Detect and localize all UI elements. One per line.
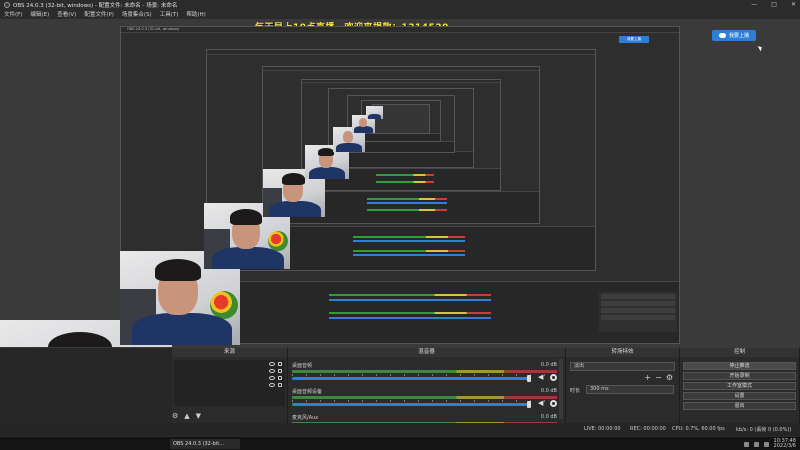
menu-scene-collection[interactable]: 场景集合(S) — [122, 10, 152, 18]
webcam-feed-nested-7 — [366, 106, 383, 119]
settings-button[interactable]: 设置 — [683, 392, 796, 400]
lock-icon[interactable] — [278, 368, 282, 373]
lock-icon[interactable] — [278, 382, 282, 387]
eye-icon[interactable] — [269, 361, 275, 366]
menu-profile[interactable]: 配置文件(P) — [84, 10, 114, 18]
add-transition-button[interactable]: + — [644, 373, 651, 382]
source-row[interactable] — [174, 367, 285, 374]
status-bar: LIVE: 00:00:00 REC: 00:00:00 CPU: 0.7%, … — [0, 423, 800, 436]
go-live-button[interactable]: 我要上播 — [712, 30, 756, 41]
duration-label: 时长 — [570, 388, 581, 394]
clock-date: 2022/3/6 — [773, 443, 796, 449]
input-method-icon[interactable] — [763, 441, 769, 447]
channel-db: 0.0 dB — [540, 414, 557, 420]
nested-title-bar: OBS 24.0.3 (32-bit, windows) — [121, 27, 679, 33]
remove-transition-button[interactable]: − — [655, 373, 662, 382]
move-up-icon[interactable]: ▲ — [184, 412, 189, 420]
mixer-channel-desktop-device: 桌面音频设备 0.0 dB ◀ — [292, 388, 557, 410]
lock-icon[interactable] — [278, 361, 282, 366]
eye-icon[interactable] — [269, 375, 275, 380]
channel-db: 0.0 dB — [540, 362, 557, 368]
meter-ticks — [292, 374, 557, 376]
channel-name: 桌面音频 — [292, 363, 313, 369]
source-row[interactable] — [174, 381, 285, 388]
start-recording-button[interactable]: 开始录制 — [683, 372, 796, 380]
transitions-header: 转场特效 — [566, 348, 679, 357]
mixer-scrollbar[interactable] — [559, 359, 563, 419]
eye-icon[interactable] — [269, 382, 275, 387]
exit-button[interactable]: 退出 — [683, 402, 796, 410]
cloud-icon — [718, 33, 726, 38]
network-icon[interactable] — [743, 441, 749, 447]
source-settings-icon[interactable]: ⚙ — [172, 412, 178, 420]
source-row[interactable] — [174, 374, 285, 381]
system-tray: 10:37:48 2022/3/6 — [743, 438, 796, 450]
cpu-stats: CPU: 0.7%, 60.00 fps — [672, 426, 725, 432]
nested-live-button: 我要上播 — [619, 36, 649, 43]
duration-input[interactable]: 300 ms — [586, 385, 674, 394]
menu-file[interactable]: 文件(F) — [4, 10, 22, 18]
obs-app-icon — [4, 1, 10, 8]
channel-name: 麦克风/Aux — [292, 415, 319, 421]
preview-canvas[interactable]: 每天早上10点直播 欢迎来捐款：1314520 我要上播 OBS 24.0.3 … — [0, 19, 800, 450]
sources-header: 来源 — [172, 348, 287, 357]
volume-slider-handle[interactable] — [527, 401, 531, 408]
meter-ticks — [292, 400, 557, 402]
taskbar-obs-item[interactable]: OBS 24.0.3 (32-bit... — [170, 439, 240, 449]
transition-settings-icon[interactable]: ⚙ — [666, 373, 673, 382]
volume-slider[interactable] — [292, 403, 529, 406]
source-row[interactable] — [174, 360, 285, 367]
minimize-button[interactable]: — — [751, 1, 757, 8]
lock-icon[interactable] — [278, 375, 282, 380]
menu-bar: 文件(F) 编辑(E) 查看(V) 配置文件(P) 场景集合(S) 工具(T) … — [0, 9, 800, 19]
os-taskbar: OBS 24.0.3 (32-bit... 10:37:48 2022/3/6 — [0, 436, 800, 450]
level-meter — [292, 396, 557, 399]
transition-select[interactable]: 淡出 — [570, 362, 675, 371]
volume-slider-handle[interactable] — [527, 375, 531, 382]
mouse-cursor-icon — [757, 44, 764, 52]
level-meter — [292, 370, 557, 373]
menu-edit[interactable]: 编辑(E) — [30, 10, 49, 18]
transition-tools: + − ⚙ — [644, 373, 673, 382]
volume-icon[interactable] — [753, 441, 759, 447]
stop-streaming-button[interactable]: 停止推流 — [683, 362, 796, 370]
gear-icon[interactable] — [550, 374, 557, 381]
volume-slider[interactable] — [292, 377, 529, 380]
mixer-channel-desktop: 桌面音频 0.0 dB ◀ — [292, 362, 557, 384]
maximize-button[interactable]: □ — [771, 1, 777, 8]
rec-timer: REC: 00:00:00 — [630, 426, 666, 432]
nested-title: OBS 24.0.3 (32-bit, windows) — [127, 27, 180, 31]
system-clock[interactable]: 10:37:48 2022/3/6 — [773, 438, 796, 450]
controls-header: 控制 — [680, 348, 799, 357]
bitrate-stats: kb/s: 0 (丢帧 0 (0.0%)) — [736, 427, 792, 433]
window-title: OBS 24.0.3 (32-bit, windows) - 配置文件: 未命名… — [13, 2, 178, 9]
close-button[interactable]: ✕ — [791, 1, 796, 8]
eye-icon[interactable] — [269, 368, 275, 373]
go-live-label: 我要上播 — [728, 33, 749, 39]
channel-db: 0.0 dB — [540, 388, 557, 394]
gear-icon[interactable] — [550, 400, 557, 407]
speaker-icon[interactable]: ◀ — [538, 374, 545, 381]
menu-help[interactable]: 帮助(H) — [186, 10, 205, 18]
title-bar: OBS 24.0.3 (32-bit, windows) - 配置文件: 未命名… — [0, 0, 800, 9]
sources-list[interactable] — [174, 360, 285, 406]
move-down-icon[interactable]: ▼ — [196, 412, 201, 420]
speaker-icon[interactable]: ◀ — [538, 400, 545, 407]
menu-view[interactable]: 查看(V) — [57, 10, 76, 18]
sources-toolbar: ⚙ ▲ ▼ — [172, 412, 201, 420]
window-controls: — □ ✕ — [751, 0, 796, 9]
channel-name: 桌面音频设备 — [292, 389, 323, 395]
menu-tools[interactable]: 工具(T) — [160, 10, 179, 18]
mixer-header: 混音器 — [288, 348, 565, 357]
studio-mode-button[interactable]: 工作室模式 — [683, 382, 796, 390]
live-timer: LIVE: 00:00:00 — [584, 426, 621, 432]
